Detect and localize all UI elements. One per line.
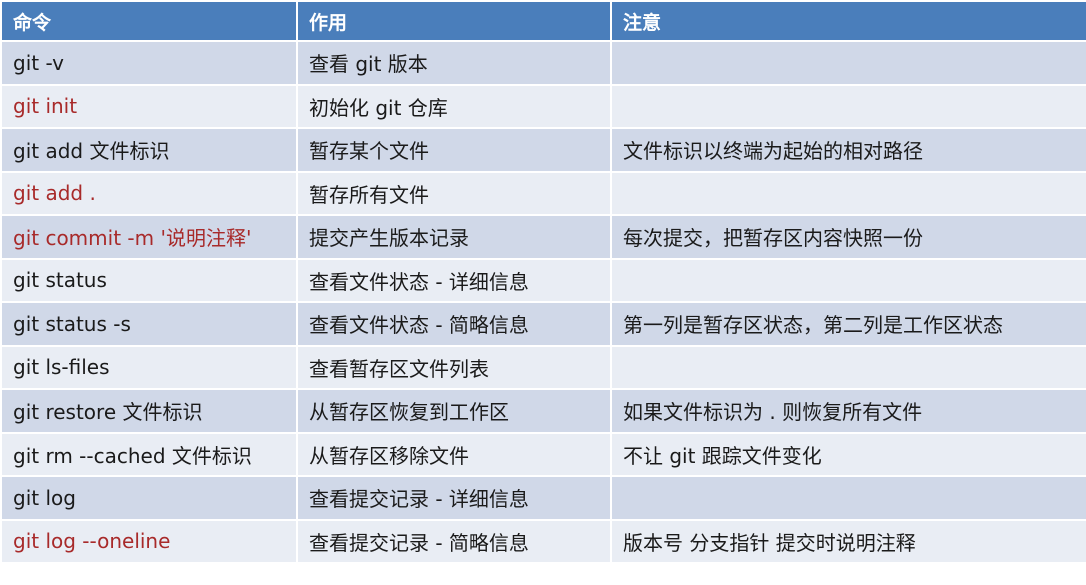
table-row: git status 查看文件状态 - 详细信息 <box>0 257 1086 303</box>
command-cell: git restore 文件标识 <box>0 388 298 434</box>
table-row: git -v 查看 git 版本 <box>0 40 1086 86</box>
table-body: git -v 查看 git 版本 git init 初始化 git 仓库 git add… <box>0 40 1086 564</box>
header-purpose: 作用 <box>296 0 612 42</box>
purpose-cell: 初始化 git 仓库 <box>296 83 612 129</box>
table-row: git restore 文件标识 从暂存区恢复到工作区 如果文件标识为 . 则恢复所… <box>0 388 1086 434</box>
purpose-cell: 查看文件状态 - 详细信息 <box>296 257 612 303</box>
purpose-cell: 查看提交记录 - 简略信息 <box>296 518 612 564</box>
purpose-cell: 从暂存区移除文件 <box>296 431 612 477</box>
note-cell <box>610 344 1086 390</box>
note-cell: 文件标识以终端为起始的相对路径 <box>610 127 1086 173</box>
table-row: git init 初始化 git 仓库 <box>0 83 1086 129</box>
note-cell <box>610 83 1086 129</box>
purpose-cell: 查看提交记录 - 详细信息 <box>296 475 612 521</box>
header-command: 命令 <box>0 0 298 42</box>
header-row: 命令 作用 注意 <box>0 0 1086 42</box>
table-row: git log --oneline 查看提交记录 - 简略信息 版本号 分支指针 提… <box>0 518 1086 564</box>
note-cell <box>610 40 1086 86</box>
command-cell: git commit -m '说明注释' <box>0 214 298 260</box>
note-cell <box>610 170 1086 216</box>
note-cell: 如果文件标识为 . 则恢复所有文件 <box>610 388 1086 434</box>
note-cell: 第一列是暂存区状态，第二列是工作区状态 <box>610 301 1086 347</box>
table-row: git log 查看提交记录 - 详细信息 <box>0 475 1086 521</box>
command-cell: git add 文件标识 <box>0 127 298 173</box>
note-cell: 不让 git 跟踪文件变化 <box>610 431 1086 477</box>
table-row: git add . 暂存所有文件 <box>0 170 1086 216</box>
command-cell: git add . <box>0 170 298 216</box>
purpose-cell: 提交产生版本记录 <box>296 214 612 260</box>
git-commands-table: 命令 作用 注意 git -v 查看 git 版本 git init 初始化 git … <box>0 0 1086 564</box>
table-row: git commit -m '说明注释' 提交产生版本记录 每次提交，把暂存区内容快… <box>0 214 1086 260</box>
purpose-cell: 查看暂存区文件列表 <box>296 344 612 390</box>
command-cell: git ls-files <box>0 344 298 390</box>
command-cell: git log --oneline <box>0 518 298 564</box>
command-cell: git status -s <box>0 301 298 347</box>
header-note: 注意 <box>610 0 1086 42</box>
note-cell <box>610 257 1086 303</box>
command-cell: git -v <box>0 40 298 86</box>
purpose-cell: 查看 git 版本 <box>296 40 612 86</box>
table-row: git rm --cached 文件标识 从暂存区移除文件 不让 git 跟踪文件变… <box>0 431 1086 477</box>
command-cell: git log <box>0 475 298 521</box>
note-cell: 每次提交，把暂存区内容快照一份 <box>610 214 1086 260</box>
purpose-cell: 暂存所有文件 <box>296 170 612 216</box>
command-cell: git status <box>0 257 298 303</box>
purpose-cell: 查看文件状态 - 简略信息 <box>296 301 612 347</box>
note-cell <box>610 475 1086 521</box>
command-cell: git rm --cached 文件标识 <box>0 431 298 477</box>
table-row: git add 文件标识 暂存某个文件 文件标识以终端为起始的相对路径 <box>0 127 1086 173</box>
note-cell: 版本号 分支指针 提交时说明注释 <box>610 518 1086 564</box>
table-row: git status -s 查看文件状态 - 简略信息 第一列是暂存区状态，第二列是… <box>0 301 1086 347</box>
purpose-cell: 暂存某个文件 <box>296 127 612 173</box>
command-cell: git init <box>0 83 298 129</box>
table-row: git ls-files 查看暂存区文件列表 <box>0 344 1086 390</box>
purpose-cell: 从暂存区恢复到工作区 <box>296 388 612 434</box>
